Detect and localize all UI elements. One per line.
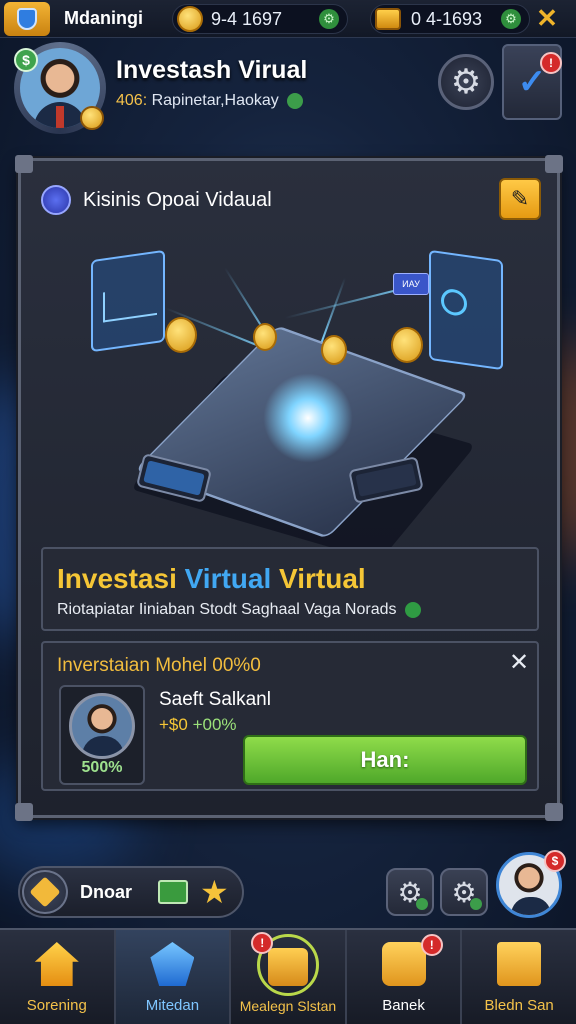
bottom-nav: Sorening Mitedan ! Mealegn Slstan ! Bane… [0,928,576,1024]
header: $ Investash Virual 406: Rapinetar,Haokay… [10,42,566,134]
nav-label: Sorening [26,997,87,1014]
nav-label: Bledn San [484,997,554,1014]
grid-icon[interactable] [158,880,188,904]
currency-tag: ИАУ [393,273,429,295]
reward-gain: +$0 +00% [159,715,237,734]
panel-corner [545,803,563,821]
edit-button[interactable] [22,870,68,914]
nav-label: Banek [382,997,425,1014]
subtitle-text: Rapinetar,Haokay [151,92,279,109]
nav-item-sorening[interactable]: Sorening [0,930,116,1024]
coin-icon [177,6,203,32]
crate-icon [267,948,308,986]
advisor-name: Saeft Salkanl [159,689,271,710]
coin-badge-icon [80,106,104,130]
top-bar: Mdaningi 9-4 1697 ⚙ 0 4-1693 ⚙ ✕ [0,0,576,38]
nav-item-bledn-san[interactable]: Bledn San [462,930,576,1024]
chest-counter[interactable]: 0 4-1693 ⚙ [370,4,530,34]
gem-icon [150,942,195,986]
energy-core [263,373,353,463]
settings-button-small[interactable]: ⚙ [386,868,434,916]
coin-counter[interactable]: 9-4 1697 ⚙ [172,4,348,34]
briefcase-icon [497,942,542,986]
investment-panel: Kisinis Opoai Vidaual ✎ ИАУ Investasi Vi… [15,155,563,821]
advisor-percent: 500% [81,759,123,776]
chest-icon [375,8,401,30]
key-icon: ✎ [510,186,530,211]
star-icon[interactable]: ★ [200,874,229,910]
gold-coin-icon [165,317,197,353]
info-title: Investasi Virtual Virtual [57,563,366,594]
pencil-icon [29,876,61,908]
nav-label: Mitedan [145,997,200,1014]
coin-value: 9-4 1697 [211,8,283,29]
info-subtitle: Riotapiatar Iiniaban Stodt Saghaal Vaga … [57,601,421,619]
nav-item-mitedan[interactable]: Mitedan [115,930,232,1024]
panel-corner [15,155,33,173]
player-name: Mdaningi [64,8,143,28]
shield-button[interactable] [4,2,50,36]
gear-icon: ⚙ [450,63,482,101]
nav-label: Mealegn Slstan [239,998,337,1014]
close-icon[interactable]: ✕ [534,4,560,32]
quick-bar[interactable]: Dnoar ★ [18,866,244,918]
page-title: Investash Virual [116,56,308,84]
nav-item-banek[interactable]: ! Banek [347,930,463,1024]
stats-card [429,249,503,371]
add-coins-icon[interactable]: ⚙ [319,9,339,29]
panel-action-button[interactable]: ✎ [499,178,541,220]
add-chests-icon[interactable]: ⚙ [501,9,521,29]
notification-badge: ! [420,934,443,956]
panel-title: Kisinis Opoai Vidaual [83,189,272,211]
dollar-badge-icon: $ [14,48,38,72]
shield-icon [17,8,37,30]
verified-icon [287,92,304,109]
player-level: 406: [116,92,148,109]
settings-button[interactable]: ⚙ [438,54,494,110]
quick-label: Dnoar [80,882,133,902]
gift-box-icon [381,942,426,986]
gold-coin-icon [253,323,277,351]
advisor-avatar [69,693,135,759]
hologram-illustration: ИАУ [85,247,515,562]
nav-item-mealegn-slstan[interactable]: ! Mealegn Slstan [231,930,347,1024]
chest-value: 0 4-1693 [411,8,483,29]
panel-corner [545,155,563,173]
advisor-card[interactable]: 500% [59,685,145,785]
reward-box: Inverstaian Mohel 00%0 ✕ 500% Saeft Salk… [41,641,539,791]
verified-icon [404,601,421,618]
reward-title: Inverstaian Mohel 00%0 [57,655,261,676]
info-box: Investasi Virtual Virtual Riotapiatar Ii… [41,547,539,631]
profile-badge: $ [544,850,566,872]
claim-button[interactable]: Han: [243,735,527,785]
gold-coin-icon [391,327,423,363]
house-icon [34,942,79,986]
header-subtitle: 406: Rapinetar,Haokay [116,92,304,110]
settings-button-small[interactable]: ⚙ [440,868,488,916]
close-icon[interactable]: ✕ [505,649,533,677]
chart-card [91,249,165,353]
panel-corner [15,803,33,821]
gold-coin-icon [321,335,347,365]
globe-icon [41,185,71,215]
notification-badge: ! [540,52,562,74]
